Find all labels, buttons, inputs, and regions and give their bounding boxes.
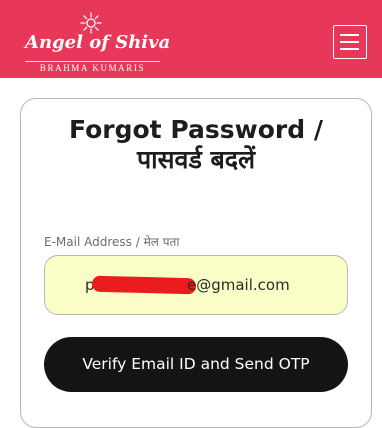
email-field[interactable]: p e@gmail.com bbox=[44, 255, 348, 315]
page-title-hindi: पासवर्ड बदलें bbox=[136, 145, 256, 174]
logo-subtitle: BRAHMA KUMARIS bbox=[25, 61, 160, 73]
forgot-password-card: Forgot Password / पासवर्ड बदलें E-Mail A… bbox=[20, 98, 372, 428]
angel-of-shiva-logo[interactable]: Angel of Shiva BRAHMA KUMARIS bbox=[25, 10, 171, 74]
sun-icon bbox=[80, 12, 102, 34]
hamburger-menu-icon[interactable] bbox=[333, 25, 367, 59]
top-navbar: Angel of Shiva BRAHMA KUMARIS bbox=[0, 0, 382, 78]
page-title: Forgot Password / पासवर्ड बदलें bbox=[21, 115, 371, 175]
email-value: e@gmail.com bbox=[187, 276, 290, 294]
page-title-english: Forgot Password / bbox=[69, 115, 323, 144]
redaction-mark bbox=[91, 275, 197, 295]
email-label: E-Mail Address / मेल पता bbox=[44, 235, 180, 249]
verify-email-send-otp-button[interactable]: Verify Email ID and Send OTP bbox=[44, 337, 348, 392]
logo-title: Angel of Shiva bbox=[25, 32, 171, 53]
